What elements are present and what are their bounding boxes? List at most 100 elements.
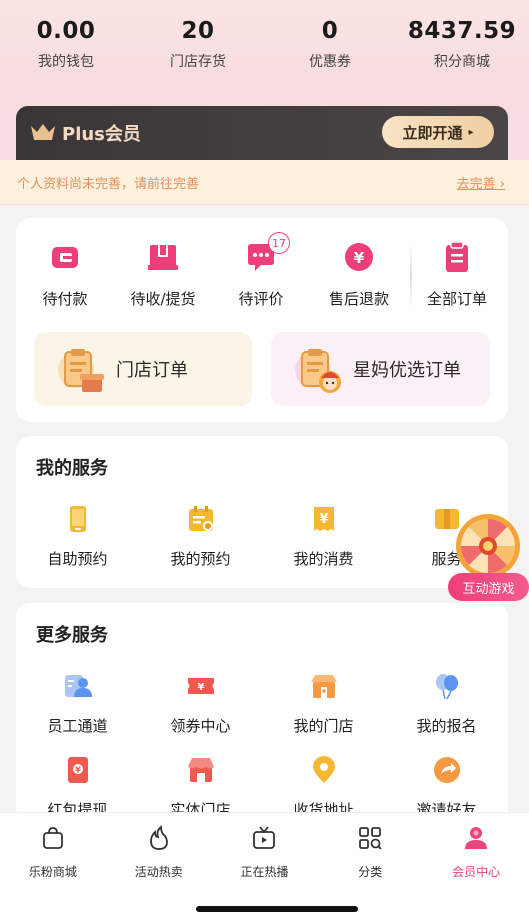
complete-profile-link[interactable]: 去完善 › [457, 173, 505, 192]
mall-clipboard-icon [295, 349, 341, 393]
order-label: 售后退款 [328, 290, 389, 308]
service-my-spending[interactable]: ¥ 我的消费 [262, 504, 385, 569]
svg-text:¥: ¥ [319, 512, 328, 527]
service-label: 我的消费 [293, 550, 354, 568]
order-pending-payment[interactable]: 待付款 [16, 240, 114, 309]
crown-icon [31, 124, 55, 140]
stats-row: 0.00 我的钱包 20 门店存货 0 优惠券 8437.59 积分商城 [0, 18, 529, 71]
box-icon [148, 245, 178, 270]
service-label: 领券中心 [170, 717, 231, 735]
service-my-store[interactable]: 我的门店 [262, 671, 385, 736]
tab-label: 正在热播 [240, 865, 289, 879]
interactive-game-widget[interactable]: 互动游戏 [448, 512, 529, 604]
section-title: 我的服务 [36, 458, 108, 479]
order-all[interactable]: 全部订单 [408, 240, 506, 309]
shop-awning-icon [187, 758, 214, 782]
service-my-booking[interactable]: 我的预约 [139, 504, 262, 569]
service-label: 我的预约 [170, 550, 231, 568]
my-services-card: 我的服务 自助预约 我的预约 ¥ 我的消费 服务 [16, 436, 508, 588]
divider [410, 244, 412, 308]
store-clipboard-icon [58, 349, 104, 392]
location-icon [312, 756, 335, 783]
member-icon [465, 827, 488, 849]
orders-card: 待付款 待收/提货 17 待评价 ¥ 售后退款 全部订单 门店订单 星妈优选订单 [16, 218, 508, 422]
stat-label: 优惠券 [309, 54, 351, 70]
tab-member-center[interactable]: 会员中心 [423, 825, 529, 880]
refund-icon: ¥ [345, 243, 373, 271]
bag-icon [42, 827, 63, 849]
order-pending-review[interactable]: 17 待评价 [212, 232, 310, 309]
notice-text: 个人资料尚未完善，请前往完善 [17, 176, 200, 192]
svg-text:¥: ¥ [354, 249, 365, 267]
more-services-row-1: 员工通道 ¥ 领券中心 我的门店 我的报名 [16, 671, 508, 736]
tab-category[interactable]: 分类 [317, 825, 423, 880]
coupon-icon: ¥ [187, 678, 214, 694]
grid-icon [359, 827, 382, 850]
service-self-booking[interactable]: 自助预约 [16, 504, 139, 569]
service-staff-channel[interactable]: 员工通道 [16, 671, 139, 736]
svg-text:¥: ¥ [75, 766, 81, 775]
my-services-row: 自助预约 我的预约 ¥ 我的消费 服务 [16, 504, 508, 569]
mall-order-button[interactable]: 星妈优选订单 [271, 332, 490, 406]
tab-lefen-mall[interactable]: 乐粉商城 [0, 825, 106, 880]
store-order-label: 门店订单 [116, 360, 188, 381]
order-label: 待收/提货 [130, 290, 196, 308]
interactive-game-label: 互动游戏 [448, 573, 529, 601]
service-invite-friends[interactable]: 邀请好友 [385, 755, 508, 820]
more-services-card: 更多服务 员工通道 ¥ 领券中心 我的门店 我的报名 ¥ 红包提现 实体门店 收… [16, 603, 508, 823]
wallet-icon [52, 247, 78, 268]
store-order-button[interactable]: 门店订单 [34, 332, 252, 406]
stat-wallet[interactable]: 0.00 我的钱包 [0, 18, 132, 71]
svg-text:¥: ¥ [197, 682, 204, 693]
tab-live-now[interactable]: 正在热播 [212, 825, 318, 880]
order-pending-delivery[interactable]: 待收/提货 [114, 240, 212, 309]
home-indicator [196, 906, 358, 912]
stat-value: 0.00 [36, 18, 96, 44]
mall-order-label: 星妈优选订单 [353, 360, 461, 381]
stat-value: 8437.59 [407, 18, 517, 44]
stat-label: 我的钱包 [38, 54, 94, 70]
tab-label: 分类 [358, 865, 383, 879]
profile-incomplete-notice: 个人资料尚未完善，请前往完善 去完善 › [0, 160, 529, 204]
stat-coupons[interactable]: 0 优惠券 [264, 18, 396, 71]
stat-points-mall[interactable]: 8437.59 积分商城 [396, 18, 528, 71]
service-physical-store[interactable]: 实体门店 [139, 755, 262, 820]
arrow-right-icon: ▸ [468, 126, 474, 138]
stat-value: 0 [321, 18, 339, 44]
tab-list: 乐粉商城 活动热卖 正在热播 分类 会员中心 [0, 825, 529, 880]
service-coupon-center[interactable]: ¥ 领券中心 [139, 671, 262, 736]
tab-label: 会员中心 [452, 865, 501, 879]
stat-value: 20 [181, 18, 215, 44]
service-label: 自助预约 [47, 550, 108, 568]
share-icon [433, 757, 460, 783]
stat-label: 门店存货 [170, 54, 226, 70]
plus-title: Plus会员 [62, 124, 141, 145]
tab-label: 活动热卖 [134, 865, 183, 879]
service-label: 我的门店 [293, 717, 354, 735]
yen-receipt-icon: ¥ [313, 507, 334, 531]
tab-label: 乐粉商城 [28, 865, 77, 879]
tv-icon [253, 826, 276, 849]
staff-icon [64, 675, 92, 697]
open-membership-button[interactable]: 立即开通 ▸ [382, 116, 494, 148]
order-refund[interactable]: ¥ 售后退款 [310, 240, 408, 309]
plus-membership-card[interactable]: Plus会员 立即开通 ▸ [16, 106, 508, 160]
service-red-packet[interactable]: ¥ 红包提现 [16, 755, 139, 820]
open-membership-label: 立即开通 [402, 123, 463, 142]
store-icon [310, 675, 337, 698]
service-label: 员工通道 [47, 717, 108, 735]
service-my-registration[interactable]: 我的报名 [385, 671, 508, 736]
order-label: 待付款 [42, 290, 88, 308]
stat-store-stock[interactable]: 20 门店存货 [132, 18, 264, 71]
service-label: 我的报名 [416, 717, 477, 735]
prize-wheel-icon [456, 514, 520, 578]
more-services-row-2: ¥ 红包提现 实体门店 收货地址 邀请好友 [16, 755, 508, 820]
red-packet-icon: ¥ [67, 757, 88, 783]
stat-label: 积分商城 [434, 54, 490, 70]
tab-hot-sale[interactable]: 活动热卖 [106, 825, 212, 880]
order-status-row: 待付款 待收/提货 17 待评价 ¥ 售后退款 全部订单 [16, 232, 508, 309]
bottom-tab-bar: 乐粉商城 活动热卖 正在热播 分类 会员中心 [0, 812, 529, 920]
review-count-badge: 17 [268, 232, 290, 254]
service-shipping-address[interactable]: 收货地址 [262, 755, 385, 820]
clipboard-icon [446, 241, 468, 272]
